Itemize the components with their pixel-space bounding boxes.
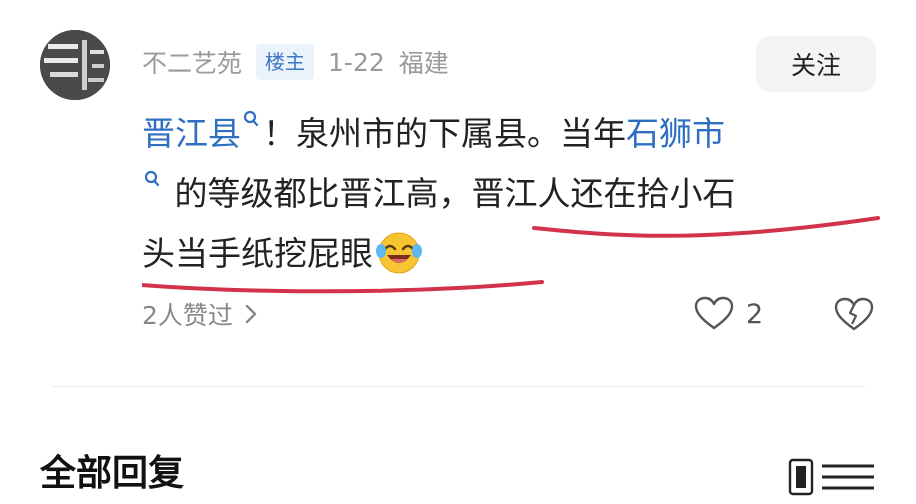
avatar-image bbox=[40, 30, 110, 100]
likers-text: 2人赞过 bbox=[142, 301, 233, 330]
post-meta: 不二艺苑 楼主 1-22 福建 bbox=[142, 40, 449, 84]
post-content: 晋江县 ！泉州市的下属县。当年石狮市 的等级都比晋江高，晋江人还在拾小石 头当手纸… bbox=[142, 104, 890, 294]
avatar[interactable] bbox=[40, 30, 110, 100]
sort-icon[interactable] bbox=[782, 458, 892, 498]
broken-heart-icon[interactable] bbox=[834, 294, 874, 334]
post-location: 福建 bbox=[398, 49, 449, 78]
laughing-emoji-icon bbox=[373, 229, 425, 275]
content-line-3: 头当手纸挖屁眼 bbox=[142, 224, 890, 284]
heart-icon bbox=[694, 296, 734, 330]
like-button[interactable]: 2 bbox=[694, 292, 763, 336]
content-line-1: 晋江县 ！泉州市的下属县。当年石狮市 bbox=[142, 104, 890, 164]
post-date: 1-22 bbox=[328, 47, 385, 77]
author-name[interactable]: 不二艺苑 bbox=[142, 44, 242, 80]
topic-link-jinjiang[interactable]: 晋江县 bbox=[142, 114, 241, 153]
follow-button[interactable]: 关注 bbox=[756, 36, 876, 92]
search-icon[interactable] bbox=[241, 104, 263, 138]
content-text-1: ！泉州市的下属县。当年 bbox=[263, 114, 626, 153]
chevron-right-icon bbox=[245, 304, 257, 324]
topic-link-shishi[interactable]: 石狮市 bbox=[626, 114, 725, 153]
replies-section-title: 全部回复 bbox=[40, 453, 185, 494]
divider bbox=[52, 386, 866, 387]
likers-summary[interactable]: 2人赞过 bbox=[142, 292, 259, 336]
content-text-2: 的等级都比晋江高，晋江人还在拾小石 bbox=[174, 174, 736, 213]
op-badge: 楼主 bbox=[256, 44, 315, 80]
content-text-3: 头当手纸挖屁眼 bbox=[142, 234, 373, 273]
like-count: 2 bbox=[746, 298, 764, 330]
search-icon[interactable] bbox=[142, 164, 164, 198]
content-line-2: 的等级都比晋江高，晋江人还在拾小石 bbox=[142, 164, 890, 224]
